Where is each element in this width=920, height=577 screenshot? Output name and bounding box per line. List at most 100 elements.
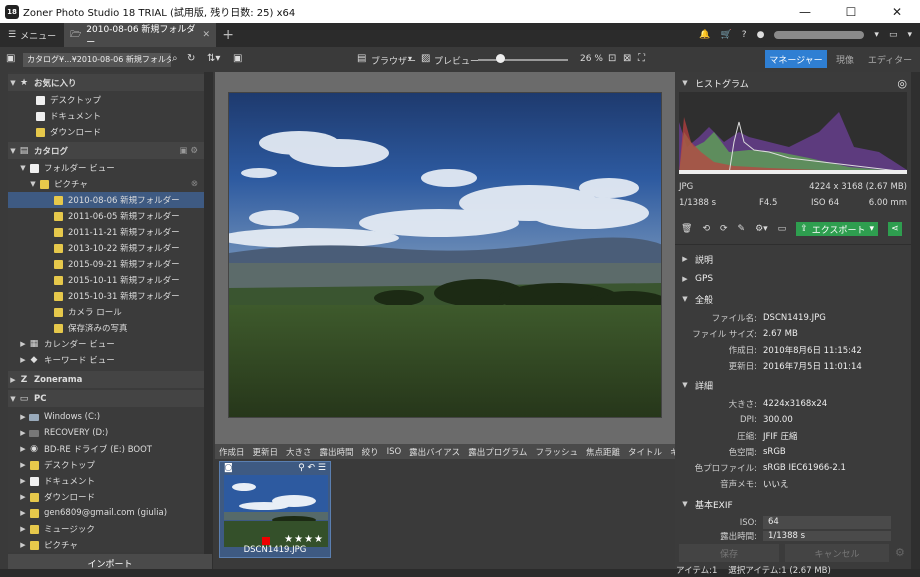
close-icon[interactable]: ✕ [874, 0, 920, 23]
nav-item-downloads[interactable]: ダウンロード [8, 124, 204, 140]
fit-icon[interactable]: ⊠ [623, 53, 631, 64]
sort-exposure-program[interactable]: 露出プログラム [464, 446, 531, 458]
rotate-right-icon[interactable]: ⟳ [720, 224, 728, 234]
sort-aperture[interactable]: 絞り [358, 446, 383, 458]
minimize-icon[interactable]: — [782, 0, 828, 23]
info-panel-scrollbar[interactable] [911, 72, 920, 569]
preview-button[interactable]: プレビュー [434, 54, 479, 67]
gps-section[interactable]: ▶ GPS [675, 271, 911, 287]
nav-item-keyword-view[interactable]: ▶ ◆ キーワード ビュー [8, 352, 204, 368]
share-icon[interactable]: ⋖ [888, 222, 902, 236]
fullscreen-icon[interactable]: ⛶ [638, 53, 645, 64]
account-name[interactable] [774, 31, 865, 39]
nav-folder-2011-06-05[interactable]: 2011-06-05 新規フォルダー [8, 208, 204, 224]
sort-title[interactable]: タイトル [624, 446, 666, 458]
rotate-left-icon[interactable]: ⟲ [702, 224, 710, 234]
nav-folder-2010-08-06[interactable]: 2010-08-06 新規フォルダー [8, 192, 204, 208]
sort-exposure-bias[interactable]: 露出バイアス [405, 446, 464, 458]
zoom-slider[interactable] [478, 59, 568, 61]
nav-drive-c[interactable]: ▶ Windows (C:) [8, 409, 204, 425]
histogram-header[interactable]: ▼ ヒストグラム ◎ [675, 75, 911, 91]
thumbnail-item[interactable]: ◙ ⚲ ↶ ☰ ★★★★ DSCN1419.JPG [219, 461, 331, 558]
nav-drive-e[interactable]: ▶ ◉ BD-RE ドライブ (E:) BOOT [8, 441, 204, 457]
sort-flash[interactable]: フラッシュ [531, 446, 582, 458]
folder-icon[interactable]: ▣ [6, 53, 15, 64]
nav-folder-2013-10-22[interactable]: 2013-10-22 新規フォルダー [8, 240, 204, 256]
catalog-settings-icon[interactable]: ▣ ⚙ [179, 146, 204, 156]
nav-item-pictures[interactable]: ▼ ピクチャ ⊗ [8, 176, 204, 192]
catalog-section[interactable]: ▼ ▤ カタログ ▣ ⚙ [8, 142, 204, 159]
description-section[interactable]: ▶ 説明 [675, 251, 911, 267]
nav-pc-documents[interactable]: ▶ ドキュメント [8, 473, 204, 489]
cancel-button[interactable]: キャンセル [785, 544, 889, 562]
chevron-down-icon[interactable]: ▼ [8, 147, 18, 155]
nav-item-desktop[interactable]: デスクトップ [8, 92, 204, 108]
rating-stars[interactable]: ★★★★ [284, 534, 324, 545]
folder-tab[interactable]: 🗁 2010-08-06 新規フォルダー ✕ [64, 23, 217, 48]
refresh-icon[interactable]: ↻ [187, 53, 195, 64]
zoom-slider-handle[interactable] [496, 54, 505, 63]
develop-mode-button[interactable]: 現像 [829, 50, 861, 68]
maximize-icon[interactable]: ☐ [828, 0, 874, 23]
favorites-section[interactable]: ▼ ★ お気に入り [8, 74, 204, 91]
navigator-scrollbar[interactable] [204, 72, 213, 572]
manager-mode-button[interactable]: マネージャー [765, 50, 827, 68]
nav-folder-saved-pictures[interactable]: 保存済みの写真 [8, 320, 204, 336]
trash-icon[interactable]: 🗑 [681, 224, 692, 234]
notification-icon[interactable]: 🔔 [699, 30, 710, 40]
close-icon[interactable]: ⊗ [191, 179, 204, 189]
nav-folder-2015-10-31[interactable]: 2015-10-31 新規フォルダー [8, 288, 204, 304]
gear-icon[interactable]: ⚙ [895, 546, 905, 559]
chevron-down-icon[interactable]: ▾ [408, 54, 412, 63]
chevron-down-icon[interactable]: ▼ [8, 79, 18, 87]
sort-iso[interactable]: ISO [383, 447, 406, 457]
compare-icon[interactable]: ▭ [778, 224, 787, 234]
nav-pc-music[interactable]: ▶ ミュージック [8, 521, 204, 537]
nav-pc-pictures[interactable]: ▶ ピクチャ [8, 537, 204, 552]
cart-icon[interactable]: 🛒 [721, 30, 732, 40]
nav-folder-camera-roll[interactable]: カメラ ロール [8, 304, 204, 320]
zonerama-section[interactable]: ▶ Z Zonerama [8, 371, 204, 388]
share-menu-icon[interactable]: ⚙▾ [755, 224, 768, 234]
exif-iso-field[interactable]: 64 [763, 516, 891, 529]
folder-up-icon[interactable]: ▣ [233, 53, 242, 64]
nav-item-calendar-view[interactable]: ▶ ▦ カレンダー ビュー [8, 336, 204, 352]
search-icon[interactable]: ⌕ [172, 53, 178, 64]
color-label-red[interactable] [262, 537, 270, 545]
sort-modified[interactable]: 更新日 [249, 446, 283, 458]
export-button[interactable]: ⇪ エクスポート ▾ [796, 222, 878, 236]
tools-icon[interactable]: ✎ [738, 224, 746, 234]
screen-icon[interactable]: ▭ [889, 30, 898, 40]
nav-pc-user[interactable]: ▶ gen6809@gmail.com (giulia) [8, 505, 204, 521]
help-icon[interactable]: ? [742, 30, 747, 40]
path-input[interactable]: カタログ¥...¥2010-08-06 新規フォルダー [23, 53, 171, 67]
sort-created[interactable]: 作成日 [215, 446, 249, 458]
main-menu-button[interactable]: ☰ メニュー [0, 29, 64, 42]
nav-pc-downloads[interactable]: ▶ ダウンロード [8, 489, 204, 505]
sort-exposure-time[interactable]: 露出時間 [316, 446, 358, 458]
actual-size-icon[interactable]: ⊡ [608, 53, 616, 64]
general-section[interactable]: ▼ 全般 [675, 291, 911, 307]
new-tab-icon[interactable]: + [216, 27, 240, 43]
sort-icon[interactable]: ⇅▾ [207, 53, 220, 64]
nav-folder-2015-09-21[interactable]: 2015-09-21 新規フォルダー [8, 256, 204, 272]
details-section[interactable]: ▼ 詳細 [675, 377, 911, 393]
nav-folder-2015-10-11[interactable]: 2015-10-11 新規フォルダー [8, 272, 204, 288]
photo-preview[interactable] [228, 92, 662, 418]
nav-pc-desktop[interactable]: ▶ デスクトップ [8, 457, 204, 473]
chevron-down-icon[interactable]: ▾ [874, 30, 879, 40]
editor-mode-button[interactable]: エディター [866, 50, 914, 68]
sort-size[interactable]: 大きさ [282, 446, 316, 458]
exif-exposure-field[interactable]: 1/1388 s [763, 531, 891, 541]
pc-section[interactable]: ▼ ▭ PC [8, 390, 204, 407]
exif-section[interactable]: ▼ 基本EXIF [675, 496, 911, 512]
nav-item-folder-view[interactable]: ▼ フォルダー ビュー [8, 160, 204, 176]
save-button[interactable]: 保存 [679, 544, 779, 562]
dropdown-icon[interactable]: ▾ [907, 30, 912, 40]
account-icon[interactable]: ● [757, 30, 765, 40]
nav-item-documents[interactable]: ドキュメント [8, 108, 204, 124]
nav-folder-2011-11-21[interactable]: 2011-11-21 新規フォルダー [8, 224, 204, 240]
nav-drive-d[interactable]: ▶ RECOVERY (D:) [8, 425, 204, 441]
close-tab-icon[interactable]: ✕ [203, 30, 211, 40]
histogram-settings-icon[interactable]: ◎ [897, 77, 911, 90]
